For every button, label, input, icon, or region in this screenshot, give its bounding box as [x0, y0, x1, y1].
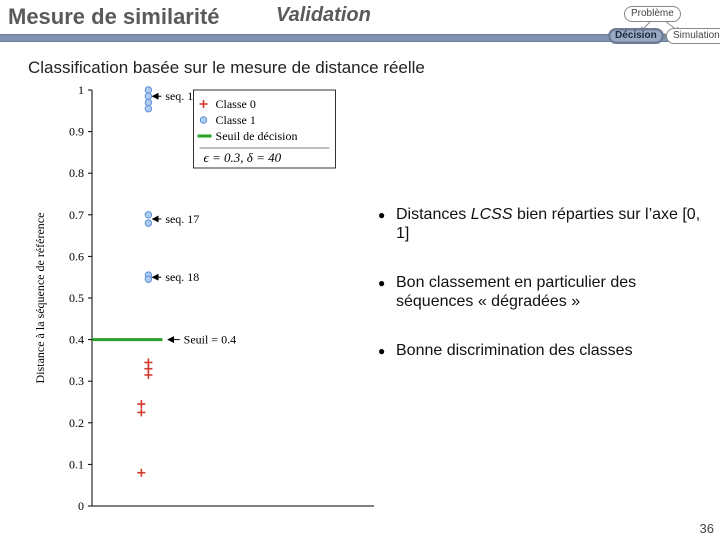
svg-text:Classe 1: Classe 1 [216, 113, 256, 127]
svg-text:Distance à la séquence de réfé: Distance à la séquence de référence [33, 213, 47, 384]
svg-text:0.5: 0.5 [69, 291, 84, 305]
svg-text:0.9: 0.9 [69, 125, 84, 139]
bullet-item-2: Bon classement en particulier des séquen… [378, 274, 704, 312]
scatter-chart: 0 0.1 0.2 0.3 0.4 0.5 0.6 0.7 0.8 0.9 1 Distance à … [30, 84, 380, 524]
svg-text:seq. 17: seq. 17 [165, 212, 199, 226]
svg-text:seq. 18: seq. 18 [165, 270, 199, 284]
svg-text:0.7: 0.7 [69, 208, 84, 222]
svg-text:0.8: 0.8 [69, 166, 84, 180]
scatter-chart-svg: 0 0.1 0.2 0.3 0.4 0.5 0.6 0.7 0.8 0.9 1 Distance à … [30, 84, 380, 524]
svg-text:Seuil de décision: Seuil de décision [216, 129, 298, 143]
bullet-list: Distances LCSS bien réparties sur l’axe … [378, 206, 704, 390]
svg-text:Seuil = 0.4: Seuil = 0.4 [184, 333, 236, 347]
svg-text:0.2: 0.2 [69, 416, 84, 430]
bullet-item-1: Distances LCSS bien réparties sur l’axe … [378, 206, 704, 244]
bullet-item-3: Bonne discrimination des classes [378, 342, 704, 361]
svg-text:0.4: 0.4 [69, 333, 84, 347]
nav-diagram: Problème Simulation Décision [564, 6, 714, 62]
slide-title: Mesure de similarité [8, 4, 220, 30]
nav-node-problem: Problème [624, 6, 681, 22]
svg-text:0.1: 0.1 [69, 457, 84, 471]
page-number: 36 [700, 521, 714, 536]
svg-text:ϵ = 0.3, δ = 40: ϵ = 0.3, δ = 40 [204, 150, 282, 165]
svg-text:1: 1 [78, 84, 84, 97]
svg-text:0: 0 [78, 499, 84, 513]
svg-text:Classe 0: Classe 0 [216, 97, 256, 111]
slide-subtitle-italic: Validation [276, 4, 371, 27]
nav-node-simulation: Simulation [666, 28, 720, 44]
nav-node-decision: Décision [608, 28, 664, 44]
section-subtitle: Classification basée sur le mesure de di… [28, 58, 425, 78]
svg-text:0.6: 0.6 [69, 249, 84, 263]
slide: Mesure de similarité Validation Problème… [0, 0, 720, 540]
svg-text:0.3: 0.3 [69, 374, 84, 388]
